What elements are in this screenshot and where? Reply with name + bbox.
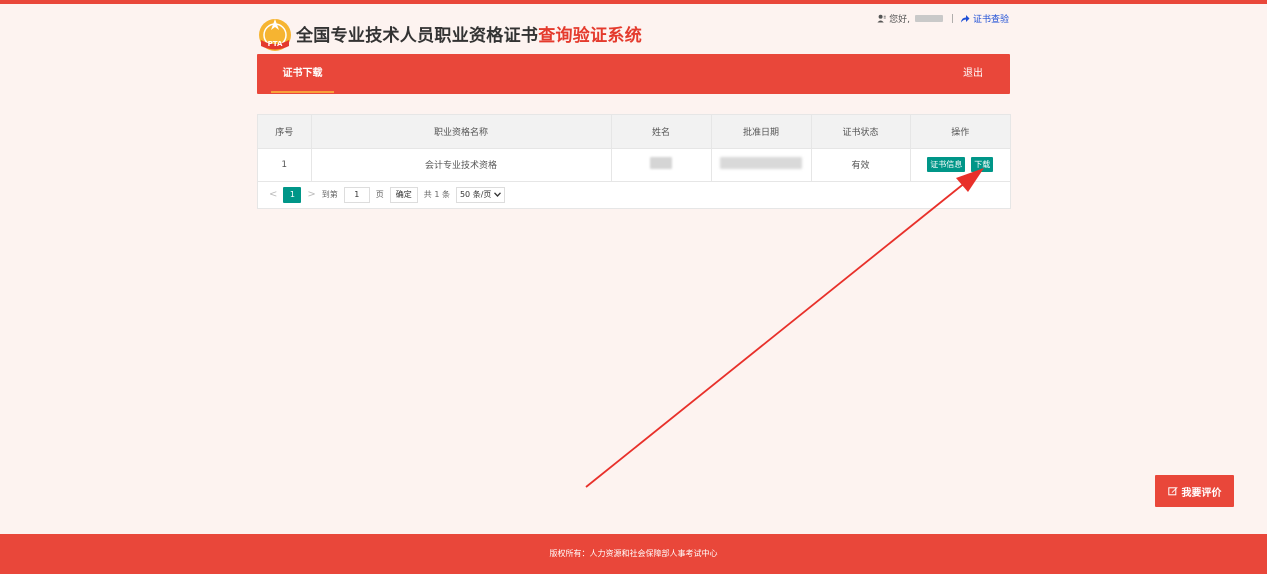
column-header-index: 序号 (258, 115, 312, 149)
verify-certificate-link[interactable]: 证书查验 (960, 12, 1009, 25)
feedback-label: 我要评价 (1181, 487, 1222, 499)
certificate-table-panel: 序号 职业资格名称 姓名 批准日期 证书状态 操作 1 会计专业技术资格 有效 … (257, 114, 1011, 209)
main-nav-bar: 证书下载 退出 (257, 54, 1010, 94)
blurred-name (650, 157, 672, 169)
header-separator: | (950, 13, 954, 24)
verify-link-label: 证书查验 (972, 15, 1009, 25)
column-header-status: 证书状态 (811, 115, 911, 149)
pagination: < 1 > 到第 页 确定 共 1 条 50 条/页 (258, 182, 1010, 208)
current-page-button[interactable]: 1 (283, 186, 302, 203)
top-accent-strip (0, 0, 1267, 4)
prev-page-button[interactable]: < (269, 189, 277, 200)
user-icon (877, 14, 886, 23)
pta-logo: PTA (259, 19, 291, 51)
feedback-button[interactable]: 我要评价 (1155, 475, 1234, 507)
page-size-value: 50 条/页 (459, 189, 492, 199)
download-button[interactable]: 下载 (971, 157, 994, 172)
row-date-cell (711, 148, 812, 182)
copyright-text: 版权所有：人力资源和社会保障部人事考试中心 (549, 549, 718, 558)
greeting-text: 您好, (889, 15, 910, 25)
footer: 版权所有：人力资源和社会保障部人事考试中心 (0, 534, 1267, 574)
page-unit-label: 页 (375, 190, 384, 199)
masked-username (914, 15, 943, 22)
goto-label: 到第 (321, 190, 338, 199)
row-actions: 证书信息 下载 (910, 148, 1010, 182)
goto-page-input[interactable] (343, 186, 370, 203)
site-title-accent: 查询验证系统 (538, 26, 643, 46)
table-row: 1 会计专业技术资格 有效 证书信息 下载 (258, 148, 1010, 182)
total-count: 共 1 条 (423, 190, 450, 199)
table-header-row: 序号 职业资格名称 姓名 批准日期 证书状态 操作 (258, 115, 1010, 149)
column-header-qualification: 职业资格名称 (311, 115, 612, 149)
share-arrow-icon (960, 15, 970, 23)
certificate-info-button[interactable]: 证书信息 (927, 157, 966, 172)
active-tab-underline (271, 91, 334, 93)
row-name-cell (611, 148, 712, 182)
tab-label: 证书下载 (282, 68, 323, 79)
tab-certificate-download[interactable]: 证书下载 (271, 54, 334, 94)
user-area: 您好, | 证书查验 (877, 12, 1009, 25)
site-title-main: 全国专业技术人员职业资格证书 (296, 26, 539, 46)
goto-confirm-button[interactable]: 确定 (389, 186, 418, 203)
row-qualification: 会计专业技术资格 (311, 148, 612, 182)
page-size-select[interactable]: 50 条/页 (455, 186, 505, 203)
svg-text:PTA: PTA (268, 40, 283, 48)
edit-icon (1167, 487, 1178, 496)
row-index: 1 (258, 148, 312, 182)
next-page-button[interactable]: > (307, 189, 315, 200)
site-title: 全国专业技术人员职业资格证书查询验证系统 (296, 21, 642, 46)
column-header-date: 批准日期 (711, 115, 812, 149)
chevron-down-icon (493, 191, 501, 197)
row-status: 有效 (811, 148, 911, 182)
column-header-actions: 操作 (910, 115, 1010, 149)
certificate-table: 序号 职业资格名称 姓名 批准日期 证书状态 操作 1 会计专业技术资格 有效 … (258, 115, 1010, 182)
column-header-name: 姓名 (611, 115, 712, 149)
logout-link[interactable]: 退出 (963, 54, 983, 94)
blurred-date (720, 157, 802, 169)
